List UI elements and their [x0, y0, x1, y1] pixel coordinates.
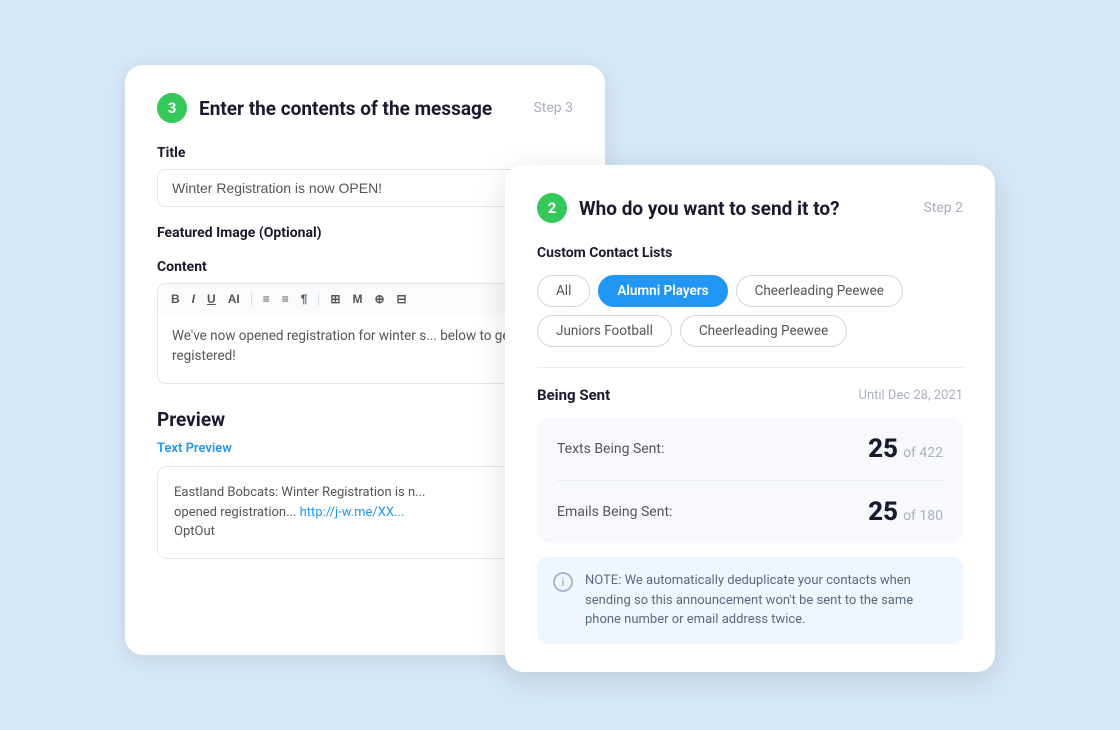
remove-btn[interactable]: ⊟: [394, 291, 410, 307]
emails-label: Emails Being Sent:: [557, 504, 672, 520]
preview-text-content: Eastland Bobcats: Winter Registration is…: [174, 485, 425, 539]
toolbar-divider-1: [251, 292, 252, 306]
step2-badge: 2: [537, 193, 567, 223]
contact-list-tags: All Alumni Players Cheerleading Peewee J…: [537, 275, 963, 347]
tag-all[interactable]: All: [537, 275, 590, 307]
preview-link[interactable]: http://j-w.me/XX...: [300, 505, 405, 520]
step2-card: 2 Who do you want to send it to? Step 2 …: [505, 165, 995, 672]
info-icon: i: [553, 572, 573, 592]
tag-alumni-players[interactable]: Alumni Players: [598, 275, 727, 307]
italic-btn[interactable]: I: [189, 291, 198, 307]
step2-header-left: 2 Who do you want to send it to?: [537, 193, 840, 223]
bold-btn[interactable]: B: [168, 291, 183, 307]
texts-count: 25: [868, 434, 898, 464]
media-btn[interactable]: M: [349, 291, 365, 307]
step3-step-label: Step 3: [533, 100, 573, 116]
step3-header: 3 Enter the contents of the message Step…: [157, 93, 573, 123]
content-text: We've now opened registration for winter…: [172, 328, 514, 364]
texts-of: of 422: [903, 445, 943, 461]
underline-btn[interactable]: U: [204, 291, 219, 307]
title-field-label: Title: [157, 145, 573, 161]
link-btn[interactable]: ⊕: [371, 291, 387, 307]
tag-cheerleading-peewee-2[interactable]: Cheerleading Peewee: [680, 315, 847, 347]
tag-juniors-football[interactable]: Juniors Football: [537, 315, 672, 347]
note-box: i NOTE: We automatically deduplicate you…: [537, 557, 963, 644]
ai-btn[interactable]: AI: [225, 291, 243, 307]
emails-count: 25: [868, 497, 898, 527]
align-center-btn[interactable]: ≡: [279, 291, 292, 307]
emails-of: of 180: [903, 508, 943, 524]
step3-header-left: 3 Enter the contents of the message: [157, 93, 492, 123]
being-sent-header: Being Sent Until Dec 28, 2021: [537, 386, 963, 404]
emails-value: 25 of 180: [868, 497, 943, 527]
grid-btn[interactable]: ⊞: [327, 291, 343, 307]
custom-contact-lists-label: Custom Contact Lists: [537, 245, 963, 261]
being-sent-date: Until Dec 28, 2021: [859, 388, 963, 403]
texts-label: Texts Being Sent:: [557, 441, 664, 457]
texts-stat-row: Texts Being Sent: 25 of 422: [557, 418, 943, 480]
divider-1: [537, 367, 963, 368]
step3-badge: 3: [157, 93, 187, 123]
align-left-btn[interactable]: ≡: [260, 291, 273, 307]
texts-value: 25 of 422: [868, 434, 943, 464]
stats-box: Texts Being Sent: 25 of 422 Emails Being…: [537, 418, 963, 543]
step2-title: Who do you want to send it to?: [579, 197, 840, 220]
step3-title: Enter the contents of the message: [199, 97, 492, 120]
note-text: NOTE: We automatically deduplicate your …: [585, 571, 947, 630]
step2-header: 2 Who do you want to send it to? Step 2: [537, 193, 963, 223]
emails-stat-row: Emails Being Sent: 25 of 180: [557, 480, 943, 543]
toolbar-divider-2: [318, 292, 319, 306]
paragraph-btn[interactable]: ¶: [298, 291, 311, 307]
tag-cheerleading-peewee-1[interactable]: Cheerleading Peewee: [736, 275, 903, 307]
step2-step-label: Step 2: [923, 200, 963, 216]
being-sent-title: Being Sent: [537, 386, 610, 404]
